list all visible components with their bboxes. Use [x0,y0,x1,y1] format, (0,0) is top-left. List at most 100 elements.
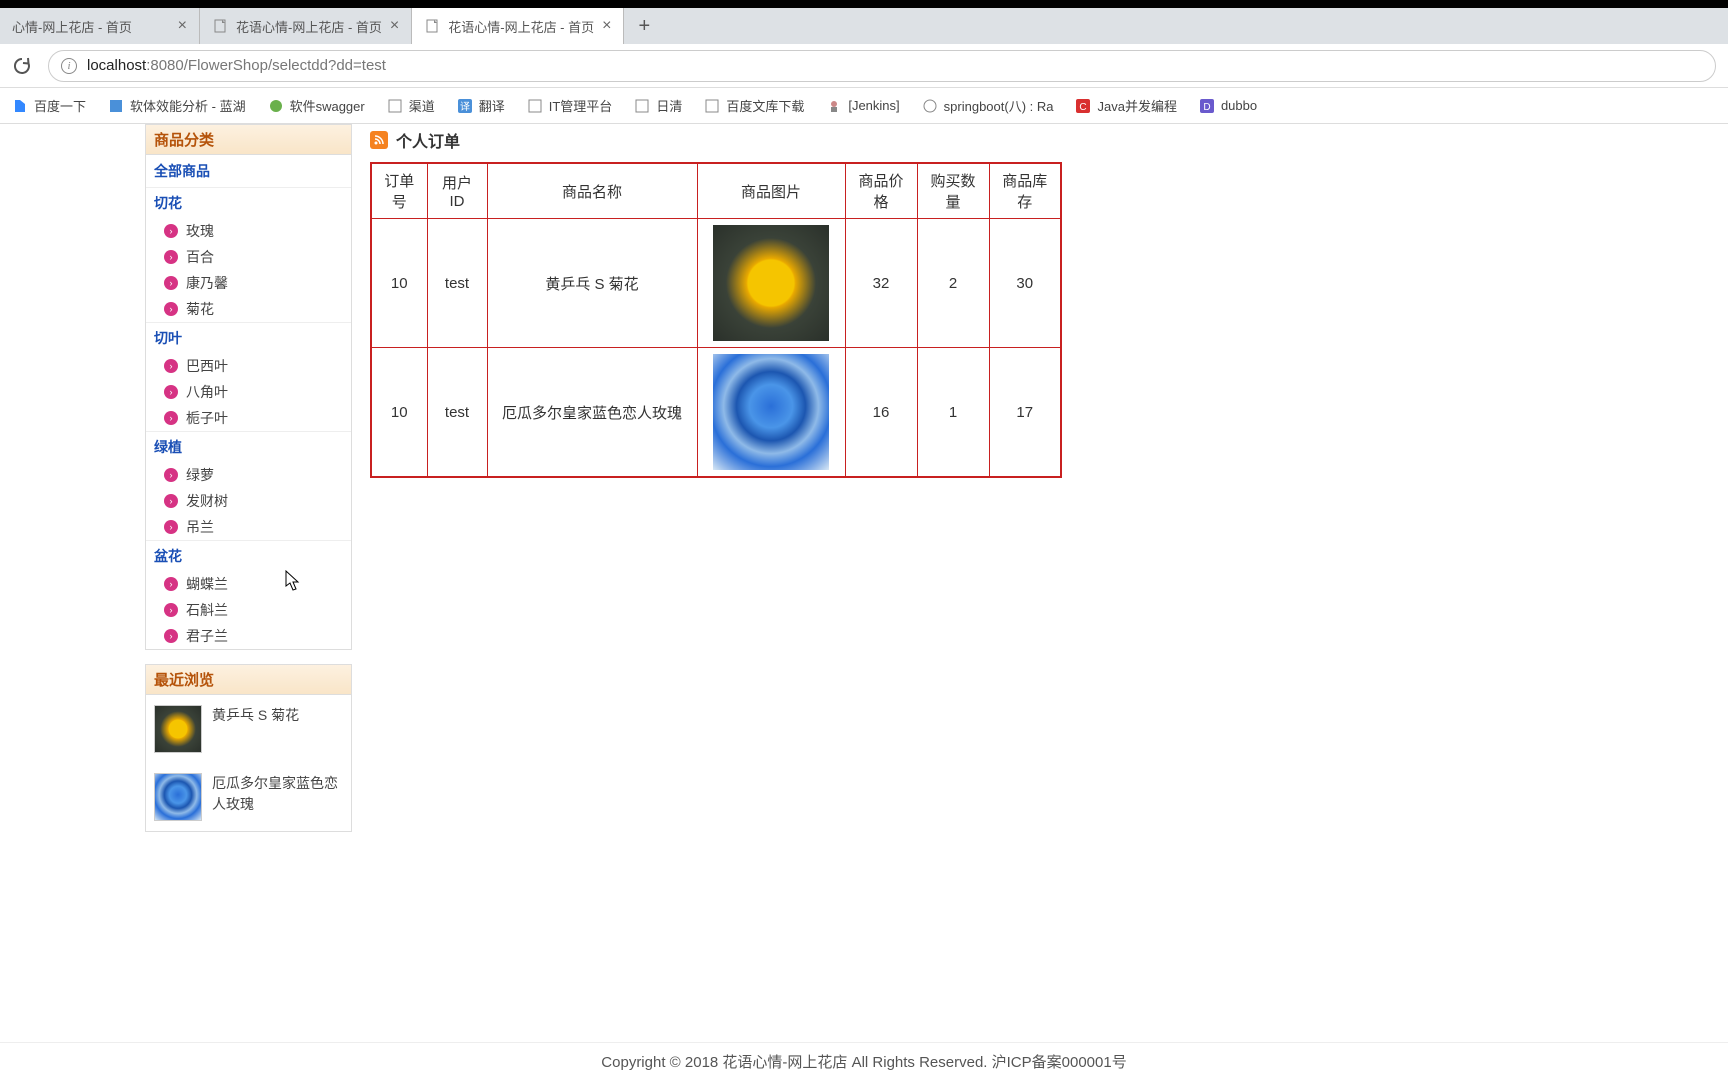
bookmark-item[interactable]: 百度文库下载 [704,96,804,115]
bullet-icon: › [164,468,178,482]
bookmark-item[interactable]: springboot(八) : Ra [922,96,1054,115]
recent-thumb [154,705,202,753]
category-item[interactable]: ›蝴蝶兰 [146,571,351,597]
bullet-icon: › [164,302,178,316]
rss-icon [370,131,388,149]
bookmark-icon [922,98,938,114]
recent-item[interactable]: 厄瓜多尔皇家蓝色恋人玫瑰 [146,763,351,831]
bookmark-item[interactable]: 日清 [634,96,682,115]
category-group[interactable]: 切叶 [146,322,351,353]
category-group[interactable]: 盆花 [146,540,351,571]
bookmark-icon [268,98,284,114]
category-group[interactable]: 切花 [146,187,351,218]
category-item[interactable]: ›康乃馨 [146,270,351,296]
category-item[interactable]: ›巴西叶 [146,353,351,379]
category-group[interactable]: 绿植 [146,431,351,462]
bullet-icon: › [164,224,178,238]
bookmark-item[interactable]: 软体效能分析 - 蓝湖 [108,96,246,115]
category-box: 商品分类 全部商品 切花›玫瑰›百合›康乃馨›菊花切叶›巴西叶›八角叶›栀子叶绿… [145,124,352,650]
category-item[interactable]: ›菊花 [146,296,351,322]
th-orderid: 订单号 [371,163,427,219]
cell-price: 32 [845,219,917,348]
bullet-icon: › [164,577,178,591]
recent-thumb [154,773,202,821]
table-header-row: 订单号 用户ID 商品名称 商品图片 商品价格 购买数量 商品库存 [371,163,1061,219]
cell-orderid: 10 [371,348,427,478]
bookmark-icon [12,98,28,114]
category-item[interactable]: ›百合 [146,244,351,270]
product-image [713,225,829,341]
close-icon[interactable]: × [178,17,187,35]
cell-img [697,348,845,478]
bullet-icon: › [164,276,178,290]
category-item[interactable]: ›绿萝 [146,462,351,488]
bookmarks-bar: 百度一下 软体效能分析 - 蓝湖 软件swagger 渠道 译翻译 IT管理平台… [0,88,1728,124]
table-row: 10test厄瓜多尔皇家蓝色恋人玫瑰16117 [371,348,1061,478]
category-item[interactable]: ›石斛兰 [146,597,351,623]
cell-price: 16 [845,348,917,478]
bookmark-icon [387,98,403,114]
category-item[interactable]: ›玫瑰 [146,218,351,244]
bookmark-icon: C [1075,98,1091,114]
th-price: 商品价格 [845,163,917,219]
svg-text:译: 译 [460,101,470,113]
recent-name: 黄乒乓 S 菊花 [212,705,299,726]
cell-name: 厄瓜多尔皇家蓝色恋人玫瑰 [487,348,697,478]
cell-stock: 30 [989,219,1061,348]
url-port: :8080 [146,57,184,74]
browser-tab-active[interactable]: 花语心情-网上花店 - 首页 × [412,8,624,44]
bullet-icon: › [164,359,178,373]
bookmark-item[interactable]: [Jenkins] [826,98,899,114]
bullet-icon: › [164,603,178,617]
bullet-icon: › [164,385,178,399]
category-item[interactable]: ›吊兰 [146,514,351,540]
bookmark-item[interactable]: CJava并发编程 [1075,96,1176,115]
bullet-icon: › [164,520,178,534]
url-host: localhost [87,57,146,74]
tab-title: 心情-网上花店 - 首页 [12,17,170,36]
bookmark-item[interactable]: 软件swagger [268,96,365,115]
bookmark-item[interactable]: 百度一下 [12,96,86,115]
bookmark-item[interactable]: Ddubbo [1199,98,1257,114]
svg-text:C: C [1080,102,1087,113]
bookmark-icon: D [1199,98,1215,114]
bullet-icon: › [164,250,178,264]
tab-title: 花语心情-网上花店 - 首页 [236,17,382,36]
th-qty: 购买数量 [917,163,989,219]
bookmark-icon [634,98,650,114]
bookmark-icon: 译 [457,98,473,114]
tab-title: 花语心情-网上花店 - 首页 [448,17,594,36]
cell-name: 黄乒乓 S 菊花 [487,219,697,348]
category-item[interactable]: ›八角叶 [146,379,351,405]
th-name: 商品名称 [487,163,697,219]
th-img: 商品图片 [697,163,845,219]
browser-tab[interactable]: 心情-网上花店 - 首页 × [0,8,200,44]
cell-userid: test [427,219,487,348]
svg-text:D: D [1203,102,1210,113]
url-path: /FlowerShop/selectdd?dd=test [184,57,386,74]
bookmark-icon [704,98,720,114]
footer: Copyright © 2018 花语心情-网上花店 All Rights Re… [0,1042,1728,1080]
bookmark-item[interactable]: 译翻译 [457,96,505,115]
recent-box: 最近浏览 黄乒乓 S 菊花厄瓜多尔皇家蓝色恋人玫瑰 [145,664,352,832]
new-tab-button[interactable]: + [624,15,664,38]
category-item[interactable]: ›发财树 [146,488,351,514]
close-icon[interactable]: × [602,17,611,35]
close-icon[interactable]: × [390,17,399,35]
table-row: 10test黄乒乓 S 菊花32230 [371,219,1061,348]
reload-icon[interactable] [12,56,32,76]
bookmark-icon [108,98,124,114]
category-item[interactable]: ›栀子叶 [146,405,351,431]
category-item[interactable]: ›君子兰 [146,623,351,649]
bookmark-item[interactable]: IT管理平台 [527,96,613,115]
page-title: 个人订单 [370,124,1062,162]
tab-bar: 心情-网上花店 - 首页 × 花语心情-网上花店 - 首页 × 花语心情-网上花… [0,8,1728,44]
url-input[interactable]: i localhost:8080/FlowerShop/selectdd?dd=… [48,50,1716,82]
info-icon[interactable]: i [61,58,77,74]
recent-name: 厄瓜多尔皇家蓝色恋人玫瑰 [212,773,343,815]
browser-tab[interactable]: 花语心情-网上花店 - 首页 × [200,8,412,44]
recent-item[interactable]: 黄乒乓 S 菊花 [146,695,351,763]
category-all[interactable]: 全部商品 [146,155,351,187]
bookmark-item[interactable]: 渠道 [387,96,435,115]
th-userid: 用户ID [427,163,487,219]
